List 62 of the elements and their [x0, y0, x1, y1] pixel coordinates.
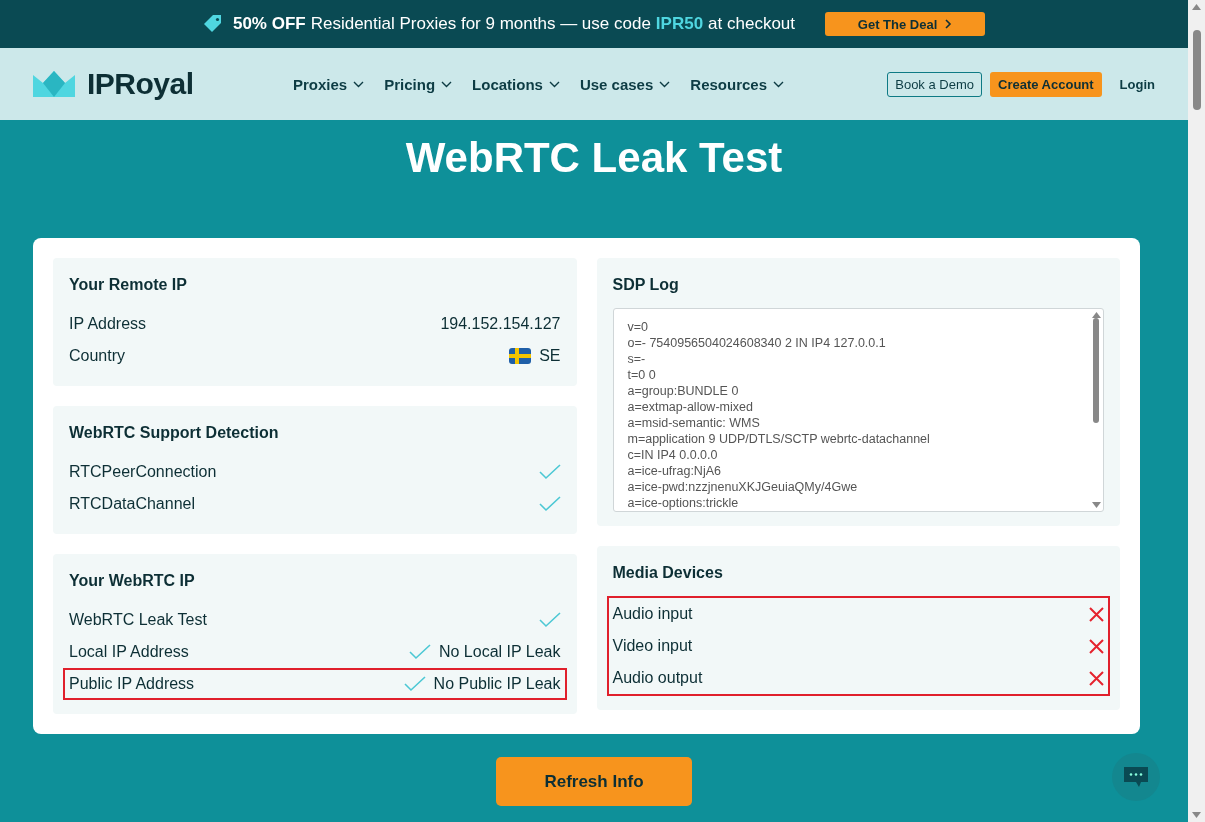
logo-text[interactable]: IPRoyal — [87, 67, 194, 101]
scroll-down-icon[interactable] — [1192, 812, 1201, 818]
sdp-log-field[interactable] — [612, 308, 1104, 512]
row-label: Public IP Address — [69, 675, 195, 693]
nav-menu-item[interactable]: Resources — [690, 75, 785, 93]
log-line: s=- — [627, 351, 647, 367]
scroll-down-icon[interactable] — [1091, 502, 1101, 508]
chevron-down-icon — [441, 80, 453, 88]
nav-menu-item[interactable]: Locations — [472, 75, 560, 93]
chevron-right-icon — [945, 19, 953, 29]
scroll-thumb[interactable] — [1192, 30, 1201, 110]
log-line: a=msid-semantic: WMS — [627, 415, 761, 431]
panel-heading: Your Remote IP — [69, 276, 188, 294]
panel-heading: SDP Log — [612, 276, 680, 294]
chat-bubble-icon — [1123, 766, 1149, 788]
row-label: Local IP Address — [69, 643, 189, 661]
promo-text: 50% OFF Residential Proxies for 9 months — use code IPR50 at checkout — [232, 14, 796, 34]
nav-menu-item[interactable]: Proxies — [293, 75, 365, 93]
result-text: No Local IP Leak — [438, 643, 561, 661]
scroll-up-icon[interactable] — [1192, 4, 1201, 10]
nav-menu-item[interactable]: Use cases — [579, 75, 671, 93]
chat-button[interactable] — [1112, 753, 1160, 801]
log-line: c=IN IP4 0.0.0.0 — [627, 447, 719, 463]
chevron-down-icon — [773, 80, 785, 88]
scrollbar[interactable] — [1188, 0, 1205, 822]
log-line: v=0 — [627, 319, 649, 335]
log-line: t=0 0 — [627, 367, 657, 383]
login-link[interactable]: Login — [1119, 76, 1155, 92]
row-label: RTCDataChannel — [69, 495, 195, 513]
scroll-up-icon[interactable] — [1091, 312, 1101, 318]
page-title: WebRTC Leak Test — [404, 134, 784, 183]
nav-menu-item[interactable]: Pricing — [384, 75, 453, 93]
deal-button[interactable]: Get The Deal — [825, 12, 986, 36]
row-label: Country — [69, 347, 126, 365]
row-label: IP Address — [69, 315, 147, 333]
row-label: WebRTC Leak Test — [69, 611, 207, 629]
chevron-down-icon — [353, 80, 365, 88]
log-line: a=extmap-allow-mixed — [627, 399, 754, 415]
refresh-button[interactable]: Refresh Info — [496, 757, 692, 806]
log-line: a=ice-options:trickle — [627, 495, 740, 511]
chevron-down-icon — [548, 80, 560, 88]
result-text: No Public IP Leak — [433, 675, 561, 693]
country-value: SE — [539, 347, 561, 365]
log-line: a=group:BUNDLE 0 — [627, 383, 740, 399]
ip-value: 194.152.154.127 — [440, 315, 561, 333]
tag-icon — [202, 14, 223, 34]
flag-icon — [509, 348, 532, 364]
panel-heading: Media Devices — [612, 564, 724, 582]
crown-logo-icon — [33, 71, 75, 97]
panel-heading: WebRTC Support Detection — [69, 424, 280, 442]
log-line: a=ice-ufrag:NjA6 — [627, 463, 722, 479]
chevron-down-icon — [659, 80, 671, 88]
book-demo-button[interactable]: Book a Demo — [887, 71, 982, 97]
row-label: RTCPeerConnection — [69, 463, 217, 481]
row-label: Audio input — [612, 605, 693, 623]
row-label: Video input — [612, 637, 693, 655]
panel-heading: Your WebRTC IP — [69, 572, 196, 590]
log-line: a=ice-pwd:nzzjnenuXKJGeuiaQMy/4Gwe — [627, 479, 859, 495]
log-line: m=application 9 UDP/DTLS/SCTP webrtc-datachannel — [627, 431, 931, 447]
row-label: Audio output — [612, 669, 703, 687]
create-account-button[interactable]: Create Account — [990, 71, 1102, 97]
log-line: o=- 7540956504024608340 2 IN IP4 127.0.0.1 — [627, 335, 887, 351]
